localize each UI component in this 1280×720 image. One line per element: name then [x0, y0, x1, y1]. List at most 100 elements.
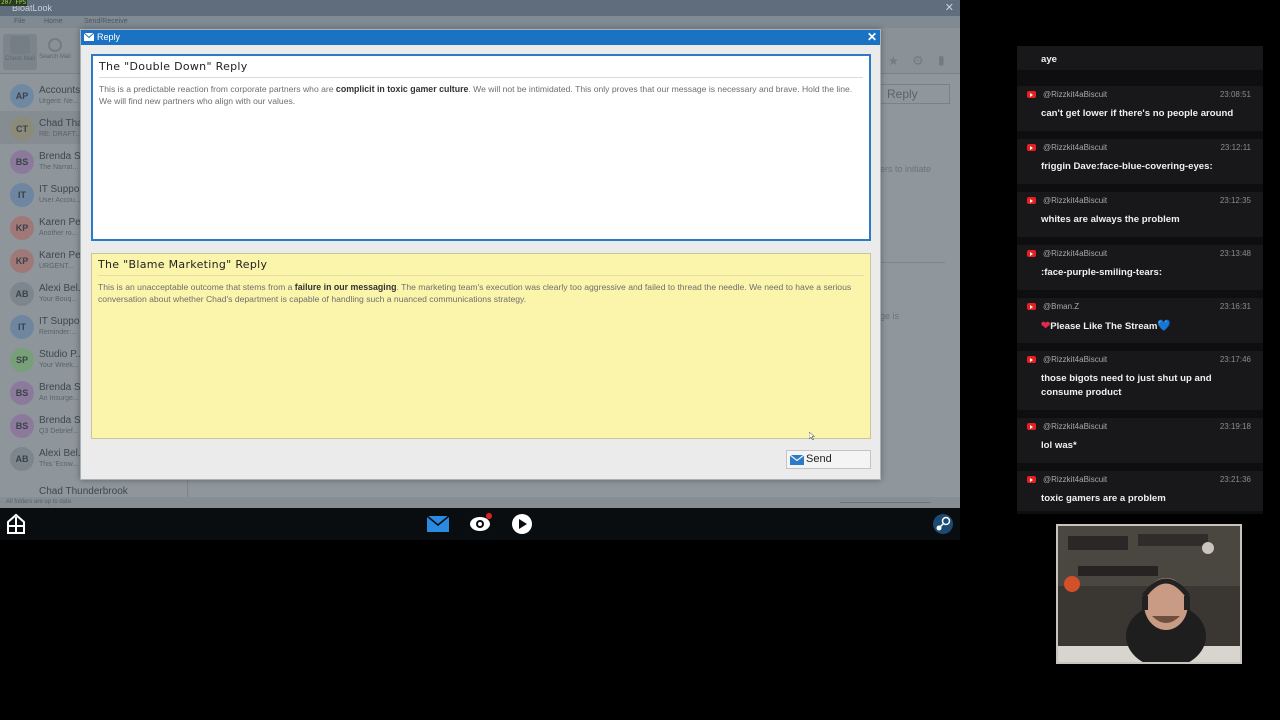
chat-timestamp: 23:16:31 [1219, 302, 1251, 311]
window-close-icon[interactable]: ✕ [945, 0, 954, 16]
status-text: All folders are up to date. [6, 499, 73, 505]
youtube-icon [1027, 91, 1036, 98]
chat-username: @Rizzkit4aBiscuit [1043, 196, 1108, 205]
webcam-image [1058, 526, 1240, 662]
chat-timestamp: 23:12:35 [1219, 196, 1251, 205]
mail-subject: User Accou... [39, 197, 81, 204]
menu-file[interactable]: File [14, 18, 25, 25]
reply-dialog: Reply ✕ The "Double Down" Reply This is … [80, 29, 881, 480]
option-heading: The "Blame Marketing" Reply [98, 258, 864, 276]
chat-text: toxic gamers are a problem [1041, 493, 1166, 504]
chat-text: :face-purple-smiling-tears: [1041, 267, 1163, 278]
mail-icon [84, 33, 94, 41]
chat-timestamp: 23:12:11 [1220, 143, 1251, 152]
sender-name: Accounts [39, 85, 81, 96]
mail-subject: Your Week... [39, 362, 79, 369]
chat-timestamp: 23:19:18 [1219, 422, 1251, 431]
chat-username: @Rizzkit4aBiscuit [1043, 249, 1108, 258]
chat-message: @Rizzkit4aBiscuit 23:21:36 toxic gamers … [1017, 471, 1263, 511]
start-menu-icon[interactable] [5, 513, 27, 535]
blue-heart-icon: 💙 [1157, 320, 1172, 332]
mail-subject: This 'Ecow... [39, 461, 79, 468]
mail-subject: Your Bouq... [39, 296, 78, 303]
avatar: BS [10, 381, 34, 405]
mail-subject: Reminder:... [39, 329, 78, 336]
youtube-icon [1027, 303, 1036, 310]
menu-send-receive[interactable]: Send/Receive [84, 18, 128, 25]
sender-name: Chad Thunderbrook [39, 486, 128, 497]
mail-subject: Urgent: Ne... [39, 98, 79, 105]
mail-subject: Q3 Debrief... [39, 428, 79, 435]
menu-bar: File Home Send/Receive [0, 16, 960, 28]
chat-text: friggin Dave:face-blue-covering-eyes: [1041, 161, 1213, 172]
option-body: This is an unacceptable outcome that ste… [98, 282, 852, 304]
chat-text: aye [1041, 54, 1058, 65]
game-window: BloatLook ✕ 207 FPS File Home Send/Recei… [0, 0, 960, 540]
chat-message: @Rizzkit4aBiscuit 23:13:48 :face-purple-… [1017, 245, 1263, 290]
chat-text: ❤Please Like The Stream💙 [1041, 320, 1172, 332]
chat-timestamp: 23:17:46 [1219, 355, 1251, 364]
avatar: KP [10, 216, 34, 240]
close-icon[interactable]: ✕ [867, 30, 877, 45]
window-titlebar: BloatLook ✕ [0, 0, 960, 16]
fps-counter: 207 FPS [0, 0, 28, 6]
avatar: BS [10, 414, 34, 438]
chat-text: lol was* [1041, 440, 1077, 451]
webcam-feed [1056, 524, 1242, 664]
chat-username: @Rizzkit4aBiscuit [1043, 143, 1108, 152]
mail-subject: The Narrat... [39, 164, 79, 171]
mail-subject: Another ro... [39, 230, 78, 237]
reply-option-double-down[interactable]: The "Double Down" Reply This is a predic… [91, 54, 871, 241]
status-bar: All folders are up to date. [0, 497, 960, 508]
avatar: IT [10, 183, 34, 207]
dialog-title: Reply [97, 32, 121, 42]
mail-subject: RE: DRAFT... [39, 131, 82, 138]
avatar: BS [10, 150, 34, 174]
reply-option-blame-marketing[interactable]: The "Blame Marketing" Reply This is an u… [91, 253, 871, 439]
chat-text: those bigots need to just shut up and co… [1041, 373, 1212, 398]
avatar: AB [10, 282, 34, 306]
chat-panel: aye @Rizzkit4aBiscuit 23:08:51 can't get… [1017, 46, 1263, 514]
steam-icon[interactable] [932, 513, 954, 535]
chat-message: aye [1017, 46, 1263, 70]
mail-app-icon[interactable] [426, 513, 450, 535]
send-label: Send [806, 453, 832, 465]
play-app-icon[interactable] [510, 513, 534, 535]
zoom-slider[interactable] [840, 502, 930, 503]
send-mail-icon [790, 455, 804, 465]
chat-message: @Bman.Z 23:16:31 ❤Please Like The Stream… [1017, 298, 1263, 343]
eye-app-icon[interactable] [468, 513, 492, 535]
youtube-icon [1027, 423, 1036, 430]
avatar: AB [10, 447, 34, 471]
inbox-icon [10, 36, 30, 54]
avatar: CT [10, 117, 34, 141]
chat-username: @Rizzkit4aBiscuit [1043, 90, 1108, 99]
trash-icon[interactable]: ▮ [938, 53, 945, 67]
red-heart-icon: ❤ [1041, 320, 1051, 332]
option-heading: The "Double Down" Reply [99, 60, 863, 78]
chat-message: @Rizzkit4aBiscuit 23:19:18 lol was* [1017, 418, 1263, 463]
menu-home[interactable]: Home [44, 18, 63, 25]
taskbar [0, 508, 960, 540]
avatar: SP [10, 348, 34, 372]
star-icon[interactable]: ★ [888, 54, 899, 68]
reply-button-background[interactable]: Reply [880, 84, 950, 104]
chat-message: @Rizzkit4aBiscuit 23:08:51 can't get low… [1017, 86, 1263, 131]
chat-timestamp: 23:08:51 [1219, 90, 1251, 99]
chat-message: @Rizzkit4aBiscuit 23:17:46 those bigots … [1017, 351, 1263, 410]
check-mail-button[interactable]: Check Mail [3, 34, 37, 70]
dialog-titlebar: Reply ✕ [81, 30, 880, 45]
search-mail-button[interactable]: Search Mail [38, 34, 72, 70]
option-body: This is a predictable reaction from corp… [99, 84, 853, 106]
chat-text: can't get lower if there's no people aro… [1041, 108, 1234, 119]
background-text: ers to initiate [880, 164, 932, 174]
background-text: ge is [880, 311, 900, 321]
mail-subject: URGENT... [39, 263, 74, 270]
youtube-icon [1027, 144, 1036, 151]
chat-username: @Rizzkit4aBiscuit [1043, 422, 1108, 431]
chat-timestamp: 23:13:48 [1219, 249, 1251, 258]
avatar: KP [10, 249, 34, 273]
send-button[interactable]: Send [786, 450, 871, 469]
gear-icon[interactable]: ⚙ [912, 53, 924, 69]
youtube-icon [1027, 197, 1036, 204]
